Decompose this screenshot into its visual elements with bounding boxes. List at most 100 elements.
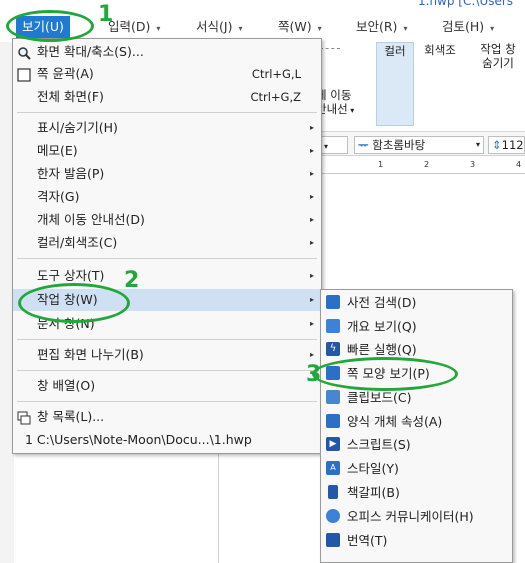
chevron-down-icon: ▾ (490, 24, 495, 33)
shortcut-label: Ctrl+G,Z (250, 90, 301, 104)
menu-item-label: 도구 상자(T) (37, 268, 105, 283)
submenu-item-script[interactable]: ▶ 스크립트(S) (321, 433, 512, 456)
ruler: 1 2 3 4 (320, 158, 525, 174)
size-icon: ⇕ (492, 138, 502, 152)
menu-item-hanja[interactable]: 한자 발음(P) ▸ (13, 163, 321, 185)
annotation-number-1: 1 (98, 2, 114, 27)
submenu-item-label: 개요 보기(Q) (347, 319, 417, 334)
font-icon: ᅲ (358, 138, 369, 152)
clipboard-icon (326, 390, 340, 404)
submenu-arrow-icon: ▸ (309, 271, 314, 280)
submenu-arrow-icon: ▸ (309, 215, 314, 224)
grayscale-button[interactable]: 회색조 (418, 42, 462, 126)
submenu-item-label: 번역(T) (347, 533, 388, 548)
color-button[interactable]: 컬러 (376, 42, 414, 126)
submenu-arrow-icon: ▸ (309, 192, 314, 201)
menu-item-page-outline[interactable]: 쪽 윤곽(A) Ctrl+G,L (13, 63, 321, 85)
menu-item-show-hide[interactable]: 표시/숨기기(H) ▸ (13, 117, 321, 139)
task-pane-hide-button[interactable]: 작업 창 숨기기 (472, 42, 524, 126)
menu-item-grid[interactable]: 격자(G) ▸ (13, 186, 321, 208)
menu-tab-page[interactable]: 쪽(W) ▾ (278, 17, 322, 37)
submenu-item-label: 스크립트(S) (347, 437, 411, 452)
menu-tab-security[interactable]: 보안(R) ▾ (356, 17, 407, 37)
translate-icon (326, 533, 340, 547)
menu-item-label: 창 목록(L)... (37, 409, 105, 424)
menu-separator (17, 370, 317, 371)
window-title-path: 1.hwp [C:\Users (418, 0, 514, 8)
menu-item-label: 1 C:\Users\Note-Moon\Docu...\1.hwp (25, 432, 252, 447)
menu-separator (17, 401, 317, 402)
annotation-circle-2 (18, 283, 130, 323)
menu-tab-format[interactable]: 서식(J) ▾ (196, 17, 242, 37)
font-select[interactable]: ᅲ 함초롬바탕 ▾ (354, 136, 484, 154)
chevron-down-icon: ▾ (403, 24, 408, 33)
submenu-item-form-object[interactable]: 양식 개체 속성(A) (321, 410, 512, 433)
menu-tab-input-label: 입력(D) (108, 19, 151, 34)
bookmark-icon (328, 485, 338, 499)
menu-item-label: 화면 확대/축소(S)... (37, 44, 144, 59)
submenu-item-outline[interactable]: 개요 보기(Q) (321, 315, 512, 338)
chevron-down-icon: ▾ (238, 24, 243, 33)
window-list-icon (17, 410, 31, 425)
form-object-icon (326, 414, 340, 428)
ruler-label: 4 (516, 160, 522, 169)
menu-tab-input[interactable]: 입력(D) ▾ (108, 17, 160, 37)
view-menu: 화면 확대/축소(S)... 쪽 윤곽(A) Ctrl+G,L 전체 화면(F)… (12, 38, 322, 454)
style-select[interactable]: ▾ (320, 136, 348, 154)
menu-item-zoom[interactable]: 화면 확대/축소(S)... (13, 41, 321, 63)
submenu-arrow-icon: ▸ (309, 169, 314, 178)
chevron-down-icon: ▾ (317, 24, 322, 33)
menu-item-window-list[interactable]: 창 목록(L)... (13, 406, 321, 428)
submenu-item-label: 빠른 실행(Q) (347, 342, 417, 357)
ruler-label: 3 (470, 160, 476, 169)
menu-separator (17, 112, 317, 113)
submenu-arrow-icon: ▸ (309, 238, 314, 247)
chat-icon (326, 509, 340, 523)
annotation-circle-3 (312, 357, 458, 391)
menu-separator (17, 339, 317, 340)
font-name: 함초롬바탕 (372, 138, 426, 152)
menu-item-full-screen[interactable]: 전체 화면(F) Ctrl+G,Z (13, 86, 321, 108)
color-button-label: 컬러 (384, 44, 406, 58)
submenu-item-label: 사전 검색(D) (347, 295, 417, 310)
page-outline-icon (17, 67, 31, 82)
task-pane-label: 작업 창 (480, 42, 516, 56)
outline-icon (326, 319, 340, 333)
submenu-arrow-icon: ▸ (309, 319, 314, 328)
menu-item-memo[interactable]: 메모(E) ▸ (13, 140, 321, 162)
menu-item-label: 전체 화면(F) (37, 89, 104, 104)
menu-item-label: 한자 발음(P) (37, 166, 105, 181)
submenu-item-dictionary[interactable]: 사전 검색(D) (321, 291, 512, 314)
submenu-item-quick-run[interactable]: ϟ 빠른 실행(Q) (321, 338, 512, 361)
ribbon: 체 이동 안내선 ▾ 컬러 회색조 작업 창 숨기기 (316, 42, 525, 132)
submenu-item-communicator[interactable]: 오피스 커뮤니케이터(H) (321, 505, 512, 528)
menu-item-label: 창 배열(O) (37, 378, 96, 393)
ruler-label: 2 (424, 160, 430, 169)
menu-item-color-gray[interactable]: 컬러/회색조(C) ▸ (13, 232, 321, 254)
submenu-item-style[interactable]: A 스타일(Y) (321, 457, 512, 480)
menu-item-label: 표시/숨기기(H) (37, 120, 118, 135)
menu-item-label: 쪽 윤곽(A) (37, 66, 94, 81)
menu-item-split-screen[interactable]: 편집 화면 나누기(B) ▸ (13, 344, 321, 366)
submenu-item-bookmark[interactable]: 책갈피(B) (321, 481, 512, 504)
hide-label: 숨기기 (482, 56, 514, 70)
menu-tab-page-label: 쪽(W) (278, 19, 312, 34)
grayscale-button-label: 회색조 (424, 43, 456, 57)
style-icon: A (326, 461, 340, 475)
menu-item-recent-file[interactable]: 1 C:\Users\Note-Moon\Docu...\1.hwp (13, 429, 321, 451)
font-size-select[interactable]: ⇕112 (488, 136, 525, 154)
submenu-item-clipboard[interactable]: 클립보드(C) (321, 386, 512, 409)
annotation-number-3: 3 (306, 362, 322, 387)
menu-tab-security-label: 보안(R) (356, 19, 398, 34)
menu-tab-review[interactable]: 검토(H) ▾ (442, 17, 494, 37)
ruler-label: 1 (378, 160, 384, 169)
menu-item-label: 컬러/회색조(C) (37, 235, 118, 250)
submenu-item-label: 스타일(Y) (347, 461, 399, 476)
chevron-down-icon: ▾ (156, 24, 161, 33)
annotation-circle-1 (6, 10, 94, 42)
menu-item-arrange-windows[interactable]: 창 배열(O) (13, 375, 321, 397)
submenu-arrow-icon: ▸ (309, 295, 314, 304)
submenu-item-label: 클립보드(C) (347, 390, 412, 405)
menu-item-object-guide[interactable]: 개체 이동 안내선(D) ▸ (13, 209, 321, 231)
submenu-item-translate[interactable]: 번역(T) (321, 529, 512, 552)
